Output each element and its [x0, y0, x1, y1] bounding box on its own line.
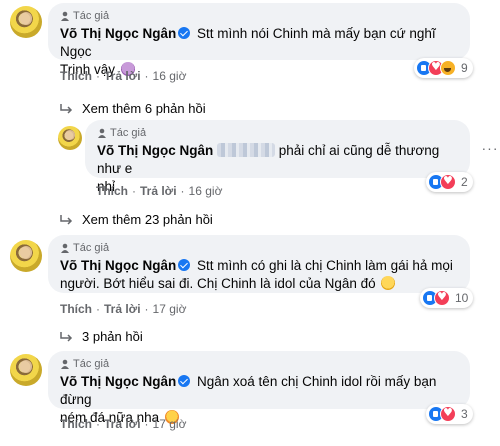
comment-bubble: Tác giả Võ Thị Ngọc Ngân phải chỉ ai cũn… — [85, 120, 470, 194]
comment-text-line-2: người. Bớt hiểu sai đi. Chị Chinh là ido… — [60, 276, 376, 291]
reply-link[interactable]: Trả lời — [140, 184, 177, 198]
love-reaction-icon — [440, 406, 456, 422]
comment-text-line-1: Stt mình có ghi là chị Chinh làm gái hả … — [197, 258, 453, 273]
verified-icon — [178, 259, 191, 271]
view-more-replies[interactable]: Xem thêm 6 phản hồi — [60, 101, 206, 116]
like-link[interactable]: Thích — [60, 69, 92, 83]
author-tag: Tác giả — [60, 357, 458, 371]
author-name[interactable]: Võ Thị Ngọc Ngân — [60, 26, 176, 41]
view-more-label: Xem thêm 23 phản hồi — [82, 212, 213, 227]
love-reaction-icon — [440, 174, 456, 190]
author-tag-label: Tác giả — [110, 127, 147, 139]
like-link[interactable]: Thích — [96, 184, 128, 198]
reply-arrow-icon — [60, 103, 73, 114]
author-tag: Tác giả — [97, 126, 458, 140]
reactions-summary[interactable]: 3 — [426, 404, 473, 424]
author-tag-label: Tác giả — [73, 10, 110, 22]
comment-bubble: Tác giả Võ Thị Ngọc Ngân Stt mình nói Ch… — [48, 3, 470, 77]
author-name[interactable]: Võ Thị Ngọc Ngân — [97, 143, 213, 158]
avatar[interactable] — [10, 354, 42, 386]
author-tag: Tác giả — [60, 9, 458, 23]
blurred-mention — [217, 143, 276, 157]
reactions-summary[interactable]: 2 — [426, 172, 473, 192]
verified-icon — [178, 375, 191, 387]
reaction-count: 2 — [461, 175, 468, 189]
haha-reaction-icon — [440, 60, 456, 76]
avatar[interactable] — [10, 240, 42, 272]
smile-face-emoji-icon — [381, 276, 396, 290]
reaction-count: 10 — [455, 291, 469, 305]
comment-bubble: Tác giả Võ Thị Ngọc Ngân Ngân xoá tên ch… — [48, 351, 470, 425]
reaction-count: 9 — [461, 61, 468, 75]
author-badge-icon — [61, 11, 69, 21]
timestamp[interactable]: 17 giờ — [153, 302, 187, 316]
author-tag-label: Tác giả — [73, 242, 110, 254]
comment-4: Tác giả Võ Thị Ngọc Ngân Ngân xoá tên ch… — [0, 348, 500, 446]
comment-actions: Thích · Trả lời · 16 giờ — [96, 184, 223, 198]
comment-bubble: Tác giả Võ Thị Ngọc Ngân Stt mình có ghi… — [48, 235, 470, 293]
author-badge-icon — [98, 128, 106, 138]
author-name[interactable]: Võ Thị Ngọc Ngân — [60, 258, 176, 273]
view-more-label: 3 phản hồi — [82, 329, 143, 344]
more-options-icon[interactable]: ··· — [478, 136, 500, 160]
author-badge-icon — [61, 359, 69, 369]
comment-actions: Thích · Trả lời · 16 giờ — [60, 69, 187, 83]
comment-actions: Thích · Trả lời · 17 giờ — [60, 417, 187, 431]
reactions-summary[interactable]: 10 — [420, 288, 474, 308]
reply-arrow-icon — [60, 214, 73, 225]
timestamp[interactable]: 17 giờ — [153, 417, 187, 431]
avatar[interactable] — [58, 126, 82, 150]
author-tag: Tác giả — [60, 241, 458, 255]
view-more-replies[interactable]: 3 phản hồi — [60, 329, 143, 344]
comment-2: Tác giả Võ Thị Ngọc Ngân phải chỉ ai cũn… — [0, 118, 500, 202]
reply-link[interactable]: Trả lời — [104, 302, 141, 316]
timestamp[interactable]: 16 giờ — [189, 184, 223, 198]
verified-icon — [178, 27, 191, 39]
comment-1: Tác giả Võ Thị Ngọc Ngân Stt mình nói Ch… — [0, 0, 500, 90]
view-more-replies[interactable]: Xem thêm 23 phản hồi — [60, 212, 213, 227]
comment-3: Tác giả Võ Thị Ngọc Ngân Stt mình có ghi… — [0, 232, 500, 320]
avatar[interactable] — [10, 6, 42, 38]
reply-link[interactable]: Trả lời — [104, 417, 141, 431]
timestamp[interactable]: 16 giờ — [153, 69, 187, 83]
author-name[interactable]: Võ Thị Ngọc Ngân — [60, 374, 176, 389]
reply-arrow-icon — [60, 331, 73, 342]
like-link[interactable]: Thích — [60, 302, 92, 316]
like-link[interactable]: Thích — [60, 417, 92, 431]
reaction-count: 3 — [461, 407, 468, 421]
reactions-summary[interactable]: 9 — [414, 58, 473, 78]
view-more-label: Xem thêm 6 phản hồi — [82, 101, 206, 116]
author-badge-icon — [61, 243, 69, 253]
reply-link[interactable]: Trả lời — [104, 69, 141, 83]
author-tag-label: Tác giả — [73, 358, 110, 370]
love-reaction-icon — [434, 290, 450, 306]
comment-actions: Thích · Trả lời · 17 giờ — [60, 302, 187, 316]
